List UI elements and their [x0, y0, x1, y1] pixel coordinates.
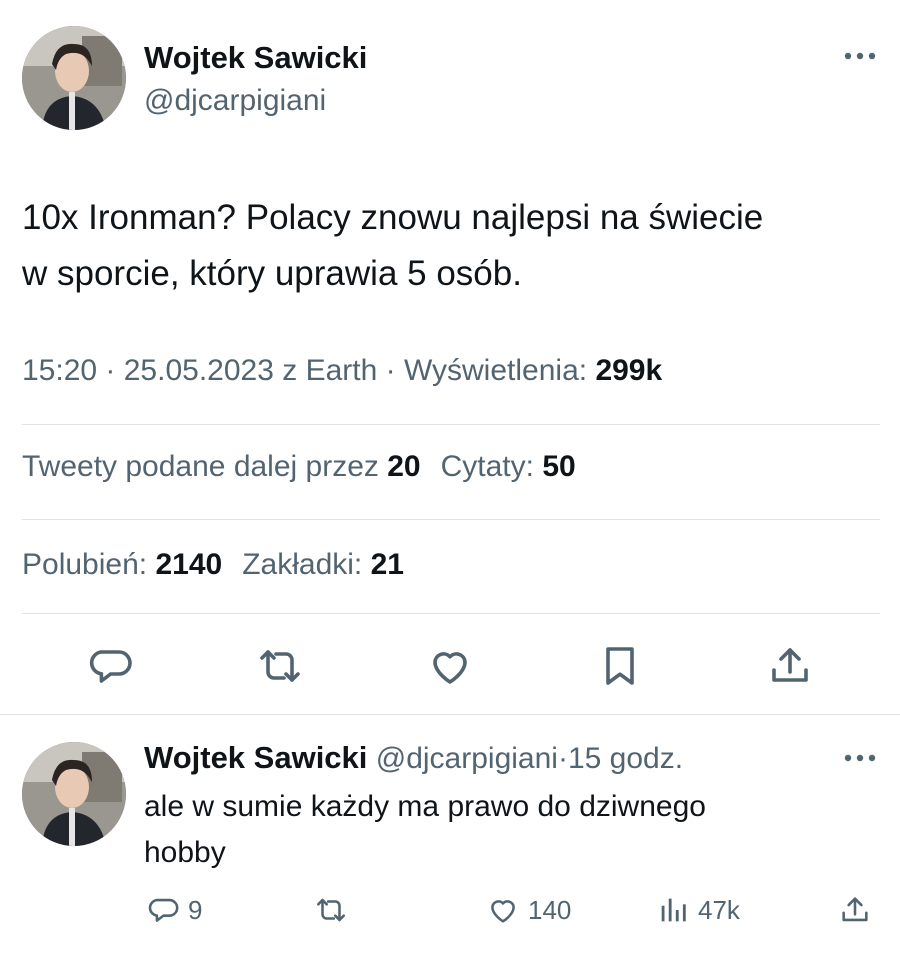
reply-text: ale w sumie każdy ma prawo do dziwnego h…: [144, 784, 844, 876]
meta-separator: ·: [105, 354, 124, 387]
retweets-count: 20: [387, 450, 421, 483]
reply-text-line: ale w sumie każdy ma prawo do dziwnego: [144, 790, 706, 823]
divider: [22, 613, 880, 614]
retweets-stat[interactable]: Tweety podane dalej przez 20: [22, 450, 421, 483]
reply-header: Wojtek Sawicki @djcarpigiani·15 godz.: [144, 740, 683, 776]
divider: [0, 714, 900, 715]
bookmark-icon[interactable]: [596, 642, 644, 690]
divider: [22, 424, 880, 425]
reply-like-count: 140: [528, 894, 572, 925]
quotes-stat[interactable]: Cytaty: 50: [441, 450, 576, 483]
bookmarks-stat[interactable]: Zakładki: 21: [242, 548, 404, 581]
author-handle[interactable]: @djcarpigiani: [144, 84, 326, 118]
like-icon[interactable]: [426, 642, 474, 690]
tweet-text-line: 10x Ironman? Polacy znowu najlepsi na św…: [22, 198, 764, 237]
reply-retweet-button[interactable]: [314, 892, 348, 928]
avatar-photo: [22, 742, 126, 846]
reply-icon[interactable]: [86, 642, 134, 690]
tweet-time[interactable]: 15:20: [22, 354, 97, 387]
views-icon: [661, 898, 686, 922]
tweet-meta: 15:20 · 25.05.2023 z Earth · Wyświetleni…: [22, 354, 662, 388]
reply-author-name[interactable]: Wojtek Sawicki: [144, 740, 367, 775]
quotes-count: 50: [542, 450, 576, 483]
likes-count: 2140: [155, 548, 223, 581]
author-name[interactable]: Wojtek Sawicki: [144, 40, 367, 76]
author-avatar[interactable]: [22, 26, 126, 130]
retweet-quote-stats: Tweety podane dalej przez 20 Cytaty: 50: [22, 450, 576, 484]
reply-like-button[interactable]: 140: [486, 892, 571, 928]
retweets-label: Tweety podane dalej przez: [22, 450, 379, 483]
reply-text-line: hobby: [144, 836, 226, 869]
tweet-source: z Earth: [282, 354, 378, 387]
reply-views-button[interactable]: 47k: [656, 892, 740, 928]
share-icon[interactable]: [766, 642, 814, 690]
retweet-icon: [316, 898, 346, 922]
reply-reply-count: 9: [188, 894, 203, 925]
tweet-date[interactable]: 25.05.2023: [124, 354, 274, 387]
reply-time[interactable]: 15 godz.: [568, 742, 683, 775]
share-icon: [842, 897, 868, 922]
reply-separator: ·: [557, 742, 568, 775]
reply-more-options-icon[interactable]: [840, 748, 880, 768]
tweet-text: 10x Ironman? Polacy znowu najlepsi na św…: [22, 190, 882, 302]
like-bookmark-stats: Polubień: 2140 Zakładki: 21: [22, 548, 404, 582]
reply-reply-button[interactable]: 9: [146, 892, 202, 928]
bookmarks-label: Zakładki:: [242, 548, 363, 581]
reply-author-handle[interactable]: @djcarpigiani: [376, 742, 558, 775]
retweet-icon[interactable]: [256, 642, 304, 690]
bookmarks-count: 21: [370, 548, 404, 581]
divider: [22, 519, 880, 520]
reply-views-count: 47k: [698, 894, 740, 925]
more-options-icon[interactable]: [840, 46, 880, 66]
reply-share-button[interactable]: [838, 892, 872, 928]
reply-icon: [148, 898, 179, 922]
meta-separator: ·: [385, 354, 404, 387]
like-icon: [491, 900, 515, 923]
avatar-photo: [22, 26, 126, 130]
reply-author-avatar[interactable]: [22, 742, 126, 846]
quotes-label: Cytaty:: [440, 450, 534, 483]
views-count: 299k: [595, 354, 663, 387]
likes-label: Polubień:: [22, 548, 148, 581]
likes-stat[interactable]: Polubień: 2140: [22, 548, 222, 581]
tweet-text-line: w sporcie, który uprawia 5 osób.: [22, 254, 522, 293]
views-label: Wyświetlenia:: [403, 354, 588, 387]
